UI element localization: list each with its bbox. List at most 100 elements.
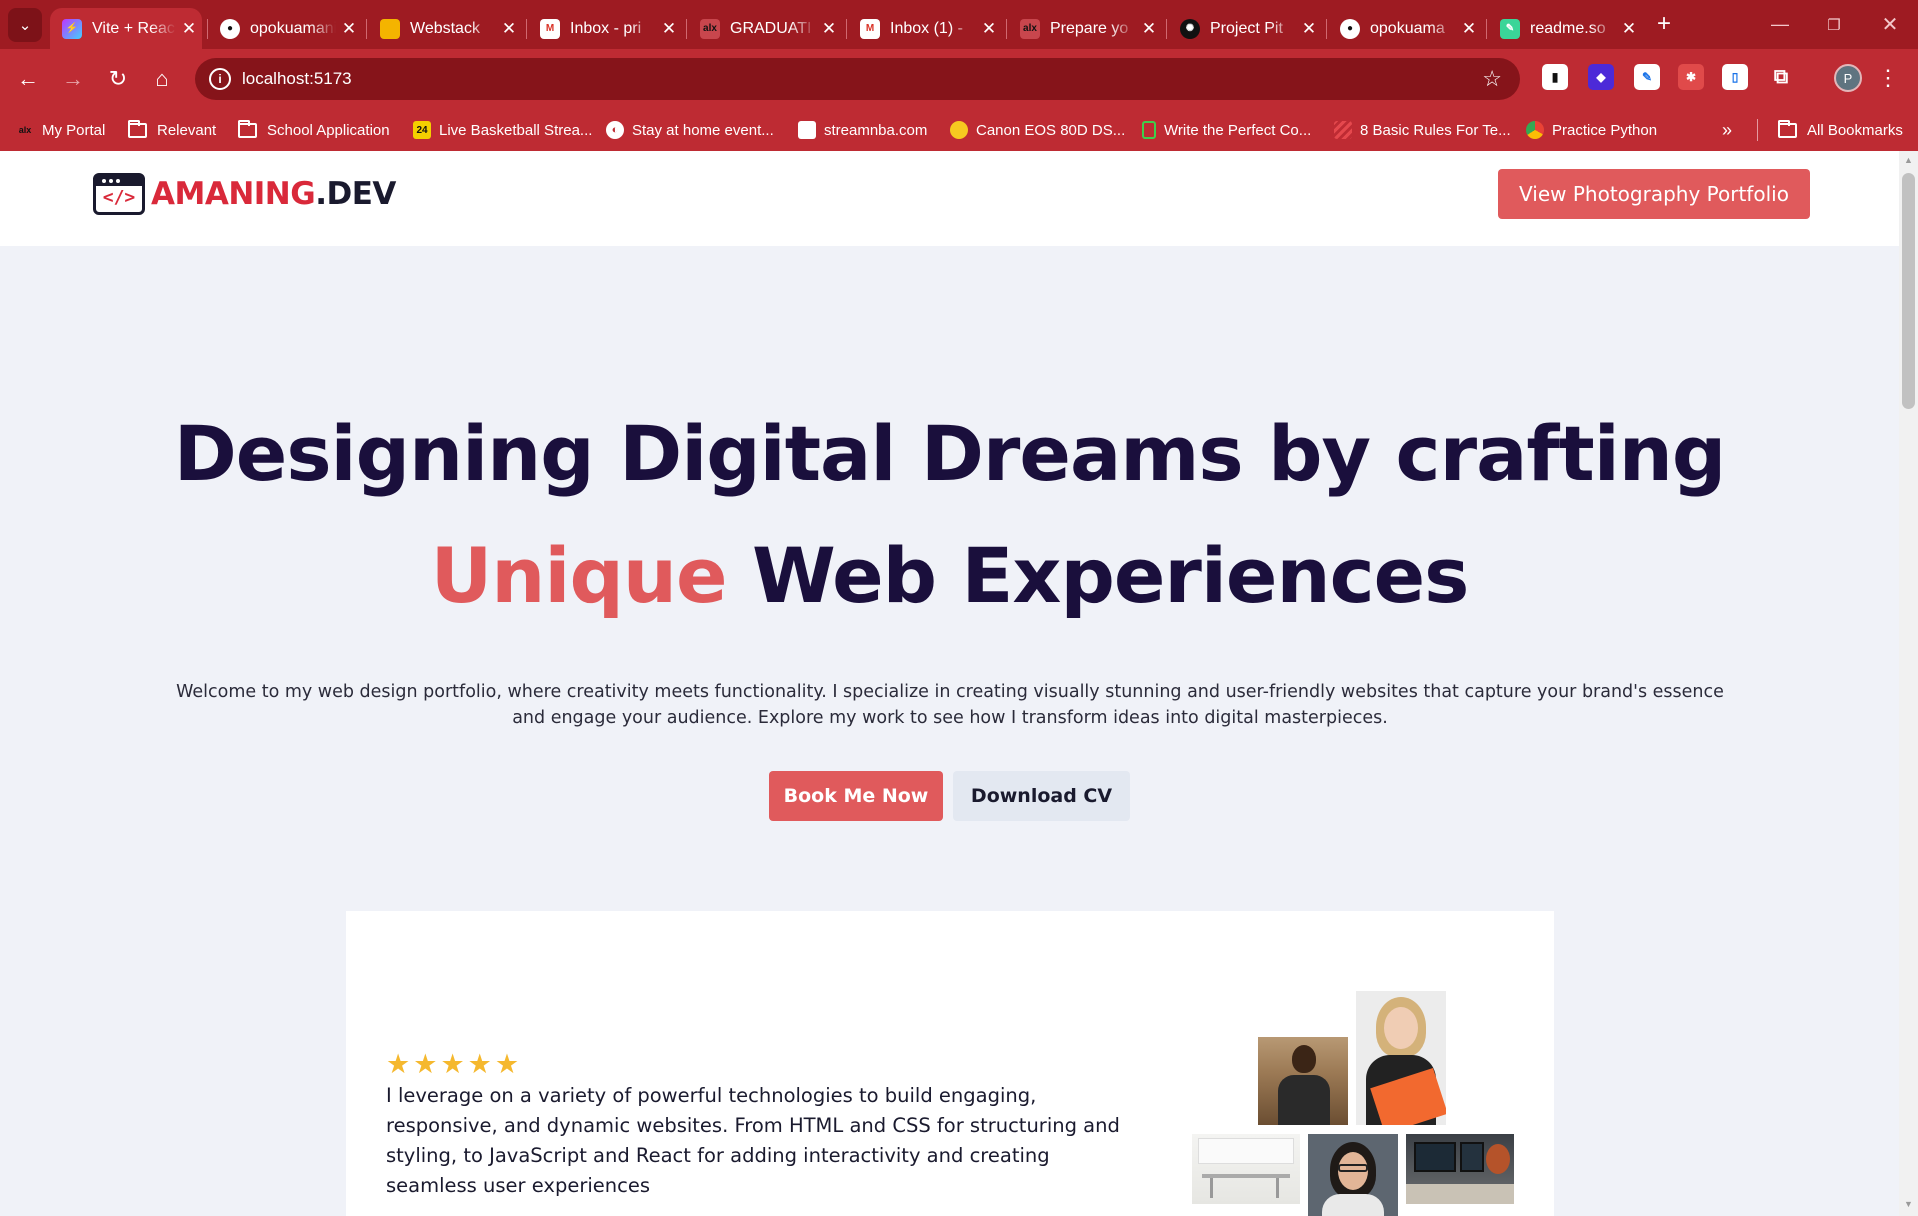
alx-icon: alx [18, 125, 32, 135]
star-icon: ★ [386, 1049, 411, 1079]
scroll-up-arrow-icon[interactable]: ▲ [1899, 155, 1918, 169]
site-info-icon[interactable]: i [209, 68, 231, 90]
forward-arrow-icon[interactable]: → [55, 61, 91, 97]
close-icon[interactable]: ✕ [976, 19, 1002, 39]
tab-readme[interactable]: ✎ readme.so ✕ [1488, 8, 1642, 49]
extension-icon[interactable]: ▯ [1722, 64, 1748, 90]
tab-label: opokuama [1370, 19, 1445, 37]
view-photography-button[interactable]: View Photography Portfolio [1498, 169, 1810, 219]
bookmark-label: My Portal [42, 121, 106, 139]
home-icon[interactable]: ⌂ [144, 61, 180, 97]
scrollbar-thumb[interactable] [1902, 173, 1915, 409]
bookmark-label: Practice Python [1552, 121, 1658, 139]
close-icon[interactable]: ✕ [336, 19, 362, 39]
about-card: ★ ★ ★ ★ ★ I leverage on a variety of powerfu… [346, 911, 1554, 1216]
photo-desk-workspace [1406, 1134, 1514, 1204]
chrome-icon [1526, 121, 1544, 139]
canon-icon [950, 121, 968, 139]
restore-icon[interactable]: ❐ [1806, 0, 1862, 49]
download-cv-button[interactable]: Download CV [953, 771, 1130, 821]
close-icon[interactable]: ✕ [656, 19, 682, 39]
back-arrow-icon[interactable]: ← [10, 61, 46, 97]
bookmark-my-portal[interactable]: alx My Portal [16, 118, 106, 142]
star-icon: ★ [440, 1049, 465, 1079]
about-text: I leverage on a variety of powerful tech… [386, 1084, 1120, 1197]
avatar[interactable]: P [1834, 64, 1862, 92]
hero-title-line-2: Unique Web Experiences [0, 531, 1899, 620]
page-icon [798, 121, 816, 139]
reload-icon[interactable]: ↻ [100, 61, 136, 97]
tab-graduation[interactable]: alx GRADUATI ✕ [688, 8, 842, 49]
all-bookmarks[interactable]: All Bookmarks [1778, 118, 1903, 142]
bookmark-relevant[interactable]: Relevant [128, 118, 216, 142]
tab-webstack[interactable]: Webstack ✕ [368, 8, 522, 49]
hero-intro: Welcome to my web design portfolio, wher… [176, 682, 1724, 728]
bookmark-label: Live Basketball Strea... [439, 121, 593, 139]
bookmark-stay-at-home[interactable]: ◐ Stay at home event... [606, 118, 774, 142]
book-me-button[interactable]: Book Me Now [769, 771, 943, 821]
stripes-icon [1334, 121, 1352, 139]
photo-man-working [1258, 1037, 1348, 1125]
readme-icon: ✎ [1500, 18, 1520, 39]
stream24-icon: 24 [413, 121, 431, 139]
browser-toolbar: ← → ↻ ⌂ i localhost:5173 ☆ ▮ ◆ ✎ ✱ ▯ ⧉ P… [0, 49, 1918, 109]
tab-github[interactable]: ● opokuamaning ✕ [208, 8, 362, 49]
new-tab-button[interactable]: + [1650, 10, 1678, 38]
bookmarks-bar: alx My Portal Relevant School Applicatio… [0, 109, 1918, 151]
close-icon[interactable]: ✕ [1616, 19, 1642, 39]
bookmark-canon[interactable]: Canon EOS 80D DS... [950, 118, 1125, 142]
tab-project-pitch[interactable]: ✺ Project Pit ✕ [1168, 8, 1322, 49]
bookmark-practice-python[interactable]: Practice Python [1526, 118, 1657, 142]
puzzle-icon[interactable]: ⧉ [1768, 64, 1794, 90]
tab-label: readme.so [1530, 19, 1606, 37]
tab-label: opokuamaning [250, 19, 336, 37]
bookmark-school-application[interactable]: School Application [238, 118, 390, 142]
address-bar[interactable]: i localhost:5173 ☆ [195, 58, 1520, 100]
star-rating: ★ ★ ★ ★ ★ [386, 1049, 519, 1079]
tab-inbox-1[interactable]: M Inbox (1) - ✕ [848, 8, 1002, 49]
close-icon[interactable]: ✕ [1456, 19, 1482, 39]
minimize-icon[interactable]: — [1752, 0, 1808, 49]
extension-icon[interactable]: ✱ [1678, 64, 1704, 90]
tab-label: GRADUATI [730, 19, 812, 37]
extension-icon[interactable]: ✎ [1634, 64, 1660, 90]
tab-label: Inbox - pri [570, 19, 642, 37]
tab-inbox[interactable]: M Inbox - pri ✕ [528, 8, 682, 49]
close-icon[interactable]: ✕ [496, 19, 522, 39]
close-icon[interactable]: ✕ [1296, 19, 1322, 39]
star-icon: ★ [413, 1049, 438, 1079]
bookmark-label: streamnba.com [824, 121, 928, 139]
alx-icon: alx [1020, 18, 1040, 39]
bookmark-label: 8 Basic Rules For Te... [1360, 121, 1511, 139]
extension-icon[interactable]: ◆ [1588, 64, 1614, 90]
bookmark-star-icon[interactable]: ☆ [1482, 66, 1502, 92]
site-logo[interactable]: </> AMANING.DEV [93, 172, 396, 216]
extension-icon[interactable]: ▮ [1542, 64, 1568, 90]
bookmark-write-perfect[interactable]: Write the Perfect Co... [1142, 118, 1311, 142]
code-window-icon: </> [93, 173, 145, 215]
scroll-down-arrow-icon[interactable]: ▼ [1899, 1199, 1918, 1213]
hero-accent-word: Unique [430, 531, 728, 620]
close-icon[interactable]: ✕ [176, 19, 202, 39]
close-window-icon[interactable]: ✕ [1862, 0, 1918, 49]
close-icon[interactable]: ✕ [1136, 19, 1162, 39]
page-scrollbar[interactable]: ▲ ▼ [1899, 151, 1918, 1216]
bookmark-live-basketball[interactable]: 24 Live Basketball Strea... [413, 118, 592, 142]
bookmark-label: School Application [267, 121, 390, 139]
close-icon[interactable]: ✕ [816, 19, 842, 39]
more-bookmarks-chevron-icon[interactable]: » [1722, 118, 1732, 142]
gmail-icon: M [860, 18, 880, 39]
tab-prepare[interactable]: alx Prepare yo ✕ [1008, 8, 1162, 49]
hero-title-line-1: Designing Digital Dreams by crafting [173, 409, 1727, 498]
bookmark-basic-rules[interactable]: 8 Basic Rules For Te... [1334, 118, 1511, 142]
url-text[interactable]: localhost:5173 [242, 69, 352, 89]
tab-vite[interactable]: ⚡ Vite + React + TS ✕ [50, 8, 202, 49]
menu-dots-icon[interactable]: ⋮ [1877, 64, 1899, 92]
site-header: </> AMANING.DEV View Photography Portfol… [0, 151, 1899, 246]
logo-code-glyph: </> [102, 187, 136, 208]
tab-search-button[interactable]: ⌄ [8, 8, 42, 42]
tab-github-2[interactable]: ● opokuama ✕ [1328, 8, 1482, 49]
vite-icon: ⚡ [62, 18, 82, 39]
bookmark-streamnba[interactable]: streamnba.com [798, 118, 927, 142]
github-icon: ● [220, 18, 240, 39]
